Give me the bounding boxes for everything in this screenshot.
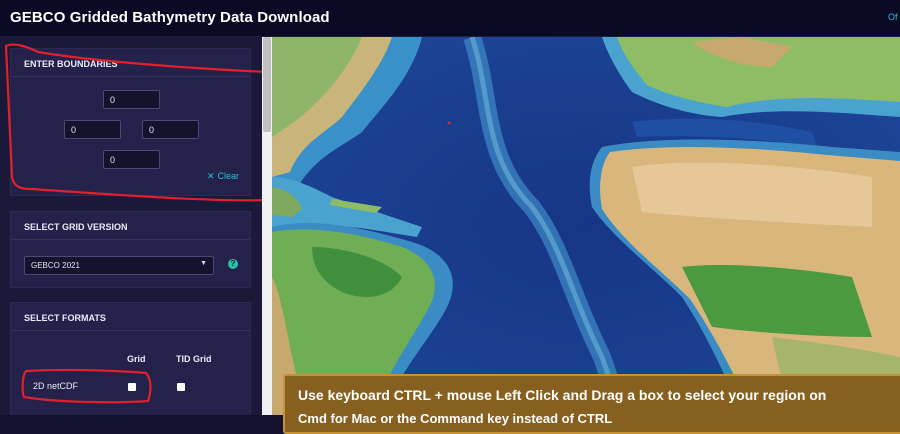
- instruction-text: Use keyboard CTRL + mouse Left Click and…: [298, 387, 827, 403]
- sidebar-scrollbar[interactable]: [262, 37, 272, 415]
- instruction-text-line2: Cmd for Mac or the Command key instead o…: [298, 411, 613, 426]
- instruction-banner: Use keyboard CTRL + mouse Left Click and…: [283, 374, 900, 434]
- scrollbar-thumb[interactable]: [263, 37, 271, 132]
- header-link[interactable]: Of: [888, 12, 898, 22]
- sidebar: ENTER BOUNDARIES ✕Clear SELECT GRID VERS…: [0, 37, 262, 415]
- boundaries-annotation: [4, 43, 262, 202]
- app-title: GEBCO Gridded Bathymetry Data Download: [10, 9, 330, 26]
- app-header: GEBCO Gridded Bathymetry Data Download O…: [0, 0, 900, 37]
- bathymetry-map[interactable]: [272, 37, 900, 415]
- format-annotation: [21, 368, 152, 404]
- annotation-overlay: [4, 43, 262, 404]
- map-canvas: [272, 37, 900, 415]
